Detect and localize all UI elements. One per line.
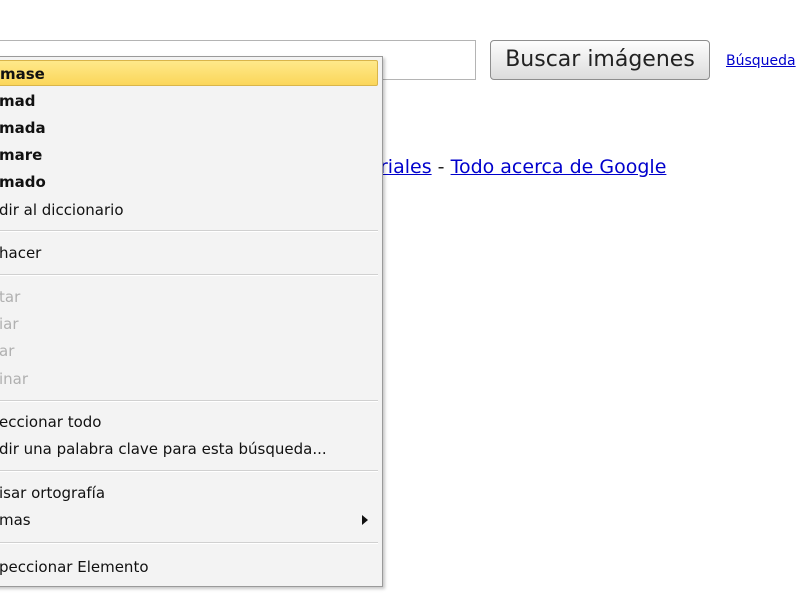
- advanced-search-link[interactable]: Búsqueda: [726, 53, 796, 69]
- menu-add-keyword[interactable]: dir una palabra clave para esta búsqueda…: [0, 436, 378, 462]
- menu-separator: [0, 274, 378, 276]
- menu-undo[interactable]: hacer: [0, 240, 378, 266]
- menu-inspect-element[interactable]: peccionar Elemento: [0, 554, 378, 580]
- menu-languages-label: mas: [0, 511, 31, 529]
- menu-separator: [0, 230, 378, 232]
- footer-separator: -: [437, 156, 445, 178]
- search-images-button[interactable]: Buscar imágenes: [490, 40, 710, 80]
- menu-select-all[interactable]: eccionar todo: [0, 409, 378, 435]
- menu-suggestion-1[interactable]: mase: [0, 60, 378, 86]
- menu-cut[interactable]: tar: [0, 284, 378, 310]
- menu-delete[interactable]: inar: [0, 366, 378, 392]
- menu-languages[interactable]: mas: [0, 507, 378, 533]
- menu-paste[interactable]: ar: [0, 338, 378, 364]
- footer-link-partial[interactable]: riales: [380, 156, 432, 178]
- menu-separator: [0, 542, 378, 544]
- menu-copy[interactable]: iar: [0, 311, 378, 337]
- footer-links: riales - Todo acerca de Google: [380, 156, 666, 178]
- menu-suggestion-4[interactable]: mare: [0, 142, 378, 168]
- menu-check-spelling[interactable]: isar ortografía: [0, 480, 378, 506]
- menu-suggestion-3[interactable]: mada: [0, 115, 378, 141]
- menu-add-to-dictionary[interactable]: dir al diccionario: [0, 197, 378, 223]
- submenu-arrow-icon: [362, 515, 368, 525]
- menu-suggestion-2[interactable]: mad: [0, 88, 378, 114]
- menu-suggestion-5[interactable]: mado: [0, 169, 378, 195]
- menu-separator: [0, 400, 378, 402]
- context-menu: mase mad mada mare mado dir al diccionar…: [0, 56, 383, 587]
- footer-link-about-google[interactable]: Todo acerca de Google: [451, 156, 667, 178]
- menu-separator: [0, 470, 378, 472]
